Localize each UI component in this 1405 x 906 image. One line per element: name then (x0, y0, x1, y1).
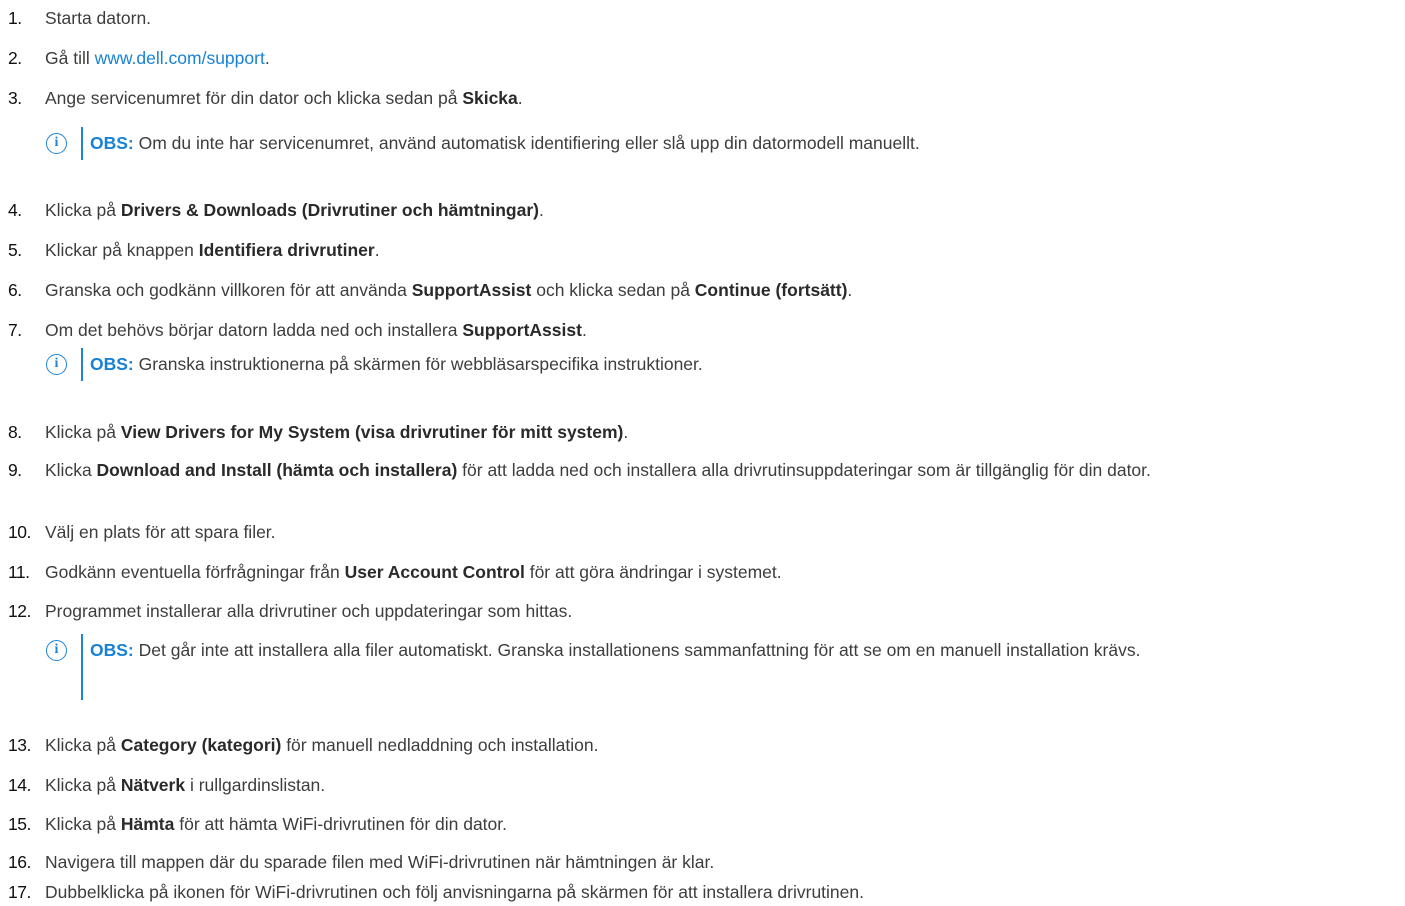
step-9: 9. Klicka Download and Install (hämta oc… (0, 456, 1400, 484)
step-text: Klicka Download and Install (hämta och i… (45, 460, 1151, 480)
step-8: 8. Klicka på View Drivers for My System … (0, 418, 1400, 446)
note-box: i OBS: Det går inte att installera alla … (46, 634, 1396, 700)
step-text: Klicka på View Drivers for My System (vi… (45, 422, 629, 442)
step-number: 10. (8, 522, 31, 542)
step-number: 2. (8, 48, 22, 68)
step-3: 3. Ange servicenumret för din dator och … (0, 84, 1400, 112)
step-6: 6. Granska och godkänn villkoren för att… (0, 276, 1400, 304)
note-text: OBS: Granska instruktionerna på skärmen … (90, 354, 703, 374)
step-number: 8. (8, 422, 22, 442)
step-number: 6. (8, 280, 22, 300)
step-5: 5. Klickar på knappen Identifiera drivru… (0, 236, 1400, 264)
step-14: 14. Klicka på Nätverk i rullgardinslista… (0, 771, 1400, 799)
info-icon: i (46, 354, 67, 375)
step-13: 13. Klicka på Category (kategori) för ma… (0, 731, 1400, 759)
step-text: Dubbelklicka på ikonen för WiFi-drivruti… (45, 882, 864, 902)
step-number: 7. (8, 320, 22, 340)
step-text: Gå till www.dell.com/support. (45, 48, 270, 68)
step-text: Klicka på Nätverk i rullgardinslistan. (45, 775, 326, 795)
step-text: Klicka på Category (kategori) för manuel… (45, 735, 599, 755)
step-text: Välj en plats för att spara filer. (45, 522, 276, 542)
step-number: 14. (8, 775, 31, 795)
step-text: Programmet installerar alla drivrutiner … (45, 601, 573, 621)
note-text: OBS: Det går inte att installera alla fi… (90, 640, 1141, 660)
step-text: Ange servicenumret för din dator och kli… (45, 88, 523, 108)
step-number: 13. (8, 735, 31, 755)
step-number: 3. (8, 88, 22, 108)
note-divider (81, 127, 83, 160)
step-text: Klickar på knappen Identifiera drivrutin… (45, 240, 380, 260)
step-text: Godkänn eventuella förfrågningar från Us… (45, 562, 782, 582)
note-divider (81, 634, 83, 700)
note-box: i OBS: Om du inte har servicenumret, anv… (46, 127, 1396, 166)
step-text: Granska och godkänn villkoren för att an… (45, 280, 853, 300)
step-number: 12. (8, 601, 31, 621)
step-text: Starta datorn. (45, 8, 152, 28)
info-icon: i (46, 640, 67, 661)
step-text: Klicka på Drivers & Downloads (Drivrutin… (45, 200, 544, 220)
step-12: 12. Programmet installerar alla drivruti… (0, 597, 1400, 625)
step-4: 4. Klicka på Drivers & Downloads (Drivru… (0, 196, 1400, 224)
step-number: 5. (8, 240, 22, 260)
step-number: 15. (8, 814, 31, 834)
step-text: Klicka på Hämta för att hämta WiFi-drivr… (45, 814, 508, 834)
step-number: 17. (8, 882, 31, 902)
step-16: 16. Navigera till mappen där du sparade … (0, 848, 1400, 876)
step-17: 17. Dubbelklicka på ikonen för WiFi-driv… (0, 878, 1400, 906)
step-number: 9. (8, 460, 22, 480)
step-11: 11. Godkänn eventuella förfrågningar frå… (0, 558, 1400, 586)
info-icon: i (46, 133, 67, 154)
step-2: 2. Gå till www.dell.com/support. (0, 44, 1400, 72)
step-1: 1. Starta datorn. (0, 4, 1400, 32)
note-box: i OBS: Granska instruktionerna på skärme… (46, 348, 1396, 387)
step-number: 4. (8, 200, 22, 220)
step-number: 1. (8, 8, 22, 28)
note-text: OBS: Om du inte har servicenumret, använ… (90, 133, 920, 153)
step-number: 11. (8, 562, 30, 582)
dell-support-link[interactable]: www.dell.com/support (95, 48, 265, 68)
note-divider (81, 348, 83, 381)
step-15: 15. Klicka på Hämta för att hämta WiFi-d… (0, 810, 1400, 838)
step-10: 10. Välj en plats för att spara filer. (0, 518, 1400, 546)
step-7: 7. Om det behövs börjar datorn ladda ned… (0, 316, 1400, 344)
step-text: Om det behövs börjar datorn ladda ned oc… (45, 320, 587, 340)
step-number: 16. (8, 852, 31, 872)
step-text: Navigera till mappen där du sparade file… (45, 852, 715, 872)
